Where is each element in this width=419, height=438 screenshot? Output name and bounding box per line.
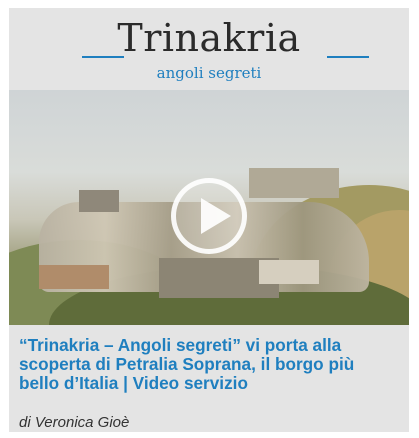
play-circle-icon [201, 198, 231, 234]
article-caption: “Trinakria – Angoli segreti” vi porta al… [9, 325, 409, 432]
headline-line-1: “Trinakria – Angoli segreti” vi porta al… [19, 335, 342, 355]
headline-line-2: scoperta di Petralia Soprana, il borgo p… [19, 354, 355, 374]
brand-header: Trinakria angoli segreti [9, 8, 409, 90]
headline-line-3: bello d’Italia | Video servizio [19, 373, 248, 393]
article-card[interactable]: Trinakria angoli segreti “Trinakria – An… [9, 8, 409, 432]
article-headline-link[interactable]: “Trinakria – Angoli segreti” vi porta al… [19, 336, 407, 393]
play-button[interactable] [171, 178, 247, 254]
title-rule-right [327, 56, 369, 58]
brand-subtitle: angoli segreti [156, 64, 262, 82]
brand-title: Trinakria [117, 16, 301, 60]
video-thumbnail[interactable] [9, 90, 409, 325]
article-byline: di Veronica Gioè [19, 414, 130, 431]
